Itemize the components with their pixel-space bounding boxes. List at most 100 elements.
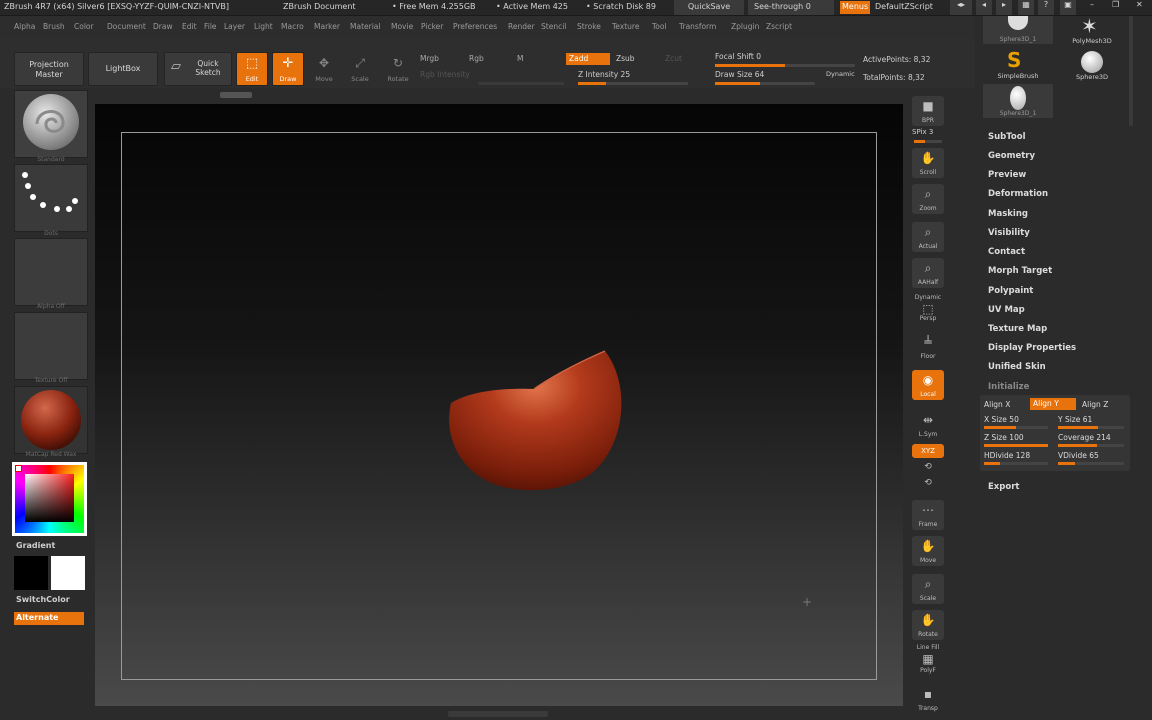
uv-map-menu[interactable]: UV Map bbox=[988, 305, 1025, 315]
deformation-menu[interactable]: Deformation bbox=[988, 189, 1048, 199]
color-square[interactable] bbox=[25, 474, 74, 522]
hdivide-track[interactable] bbox=[984, 462, 1048, 465]
document-frame[interactable]: + bbox=[121, 132, 877, 680]
menu-light[interactable]: Light bbox=[254, 22, 273, 31]
rgb-button[interactable]: Rgb bbox=[469, 54, 484, 63]
mrgb-button[interactable]: Mrgb bbox=[420, 54, 439, 63]
morph-target-menu[interactable]: Morph Target bbox=[988, 266, 1052, 276]
main-color-swatch[interactable] bbox=[15, 465, 22, 472]
transp-button[interactable]: ▪ Transp bbox=[912, 684, 944, 714]
projection-master-button[interactable]: Projection Master bbox=[14, 52, 84, 86]
menu-edit[interactable]: Edit bbox=[182, 22, 197, 31]
sculpt-object[interactable]: + bbox=[122, 133, 878, 681]
tool-thumb-simplebrush[interactable]: S SimpleBrush bbox=[983, 48, 1053, 82]
minimize-icon[interactable]: – bbox=[1090, 0, 1094, 9]
rotate-y-toggle[interactable]: ⟲ bbox=[912, 462, 944, 474]
move-view-button[interactable]: ✋ Move bbox=[912, 536, 944, 566]
menu-tool[interactable]: Tool bbox=[652, 22, 667, 31]
visibility-menu[interactable]: Visibility bbox=[988, 228, 1030, 238]
see-through-slider[interactable]: See-through 0 bbox=[748, 0, 834, 15]
geometry-menu[interactable]: Geometry bbox=[988, 151, 1035, 161]
help-icon[interactable]: ? bbox=[1038, 0, 1054, 15]
persp-button[interactable]: Dynamic ⬚ Persp bbox=[912, 294, 944, 324]
alpha-thumbnail[interactable] bbox=[14, 238, 88, 306]
polypaint-menu[interactable]: Polypaint bbox=[988, 286, 1033, 296]
bpr-button[interactable]: ■ BPR bbox=[912, 96, 944, 126]
tool-thumb-polymesh3d[interactable]: ✶ PolyMesh3D bbox=[1059, 14, 1125, 46]
menu-macro[interactable]: Macro bbox=[281, 22, 304, 31]
draw-size-slider[interactable] bbox=[715, 82, 815, 85]
z-size-track[interactable] bbox=[984, 444, 1048, 447]
z-size-slider[interactable]: Z Size 100 bbox=[984, 433, 1024, 442]
menu-movie[interactable]: Movie bbox=[391, 22, 413, 31]
menu-transform[interactable]: Transform bbox=[679, 22, 716, 31]
dynamic-toggle[interactable]: Dynamic bbox=[826, 70, 855, 78]
polyf-button[interactable]: Line Fill ▦ PolyF bbox=[912, 644, 944, 676]
scale-view-button[interactable]: ⌕ Scale bbox=[912, 574, 944, 604]
preview-menu[interactable]: Preview bbox=[988, 170, 1026, 180]
subtool-menu[interactable]: SubTool bbox=[988, 132, 1026, 142]
tool-thumb-sphere3d-1-active[interactable]: Sphere3D_1 bbox=[983, 84, 1053, 118]
rgb-intensity-slider[interactable]: Rgb Intensity bbox=[420, 70, 470, 79]
material-thumbnail[interactable] bbox=[14, 386, 88, 454]
canvas-top-handle[interactable] bbox=[220, 92, 252, 98]
frame-button[interactable]: ⋯ Frame bbox=[912, 500, 944, 530]
local-button[interactable]: ◉ Local bbox=[912, 370, 944, 400]
masking-menu[interactable]: Masking bbox=[988, 209, 1028, 219]
y-size-slider[interactable]: Y Size 61 bbox=[1058, 415, 1092, 424]
menus-toggle[interactable]: Menus bbox=[840, 1, 871, 14]
secondary-color-swatch[interactable] bbox=[14, 556, 48, 590]
focal-shift-slider[interactable] bbox=[715, 64, 855, 67]
edit-button[interactable]: ⬚ Edit bbox=[236, 52, 268, 86]
spix-slider[interactable] bbox=[914, 140, 942, 143]
y-size-track[interactable] bbox=[1058, 426, 1124, 429]
m-button[interactable]: M bbox=[517, 54, 523, 63]
menu-preferences[interactable]: Preferences bbox=[453, 22, 497, 31]
layout-icon[interactable]: ▦ bbox=[1018, 0, 1034, 15]
brush-thumbnail[interactable] bbox=[14, 90, 88, 158]
close-icon[interactable]: ✕ bbox=[1136, 0, 1143, 9]
menu-alpha[interactable]: Alpha bbox=[14, 22, 35, 31]
menu-render[interactable]: Render bbox=[508, 22, 535, 31]
panel-scrollbar[interactable] bbox=[1129, 16, 1133, 126]
menu-texture[interactable]: Texture bbox=[612, 22, 639, 31]
menu-material[interactable]: Material bbox=[350, 22, 380, 31]
vdivide-slider[interactable]: VDivide 65 bbox=[1058, 451, 1099, 460]
coverage-track[interactable] bbox=[1058, 444, 1124, 447]
menu-stencil[interactable]: Stencil bbox=[541, 22, 566, 31]
maximize-icon[interactable]: ❐ bbox=[1112, 0, 1119, 9]
canvas-area[interactable]: + bbox=[95, 104, 903, 706]
menu-picker[interactable]: Picker bbox=[421, 22, 443, 31]
rotate-view-button[interactable]: ✋ Rotate bbox=[912, 610, 944, 640]
alternate-button[interactable]: Alternate bbox=[14, 612, 84, 625]
move-button[interactable]: ✥ Move bbox=[308, 52, 340, 86]
nav-right-icon[interactable]: ▸ bbox=[996, 0, 1012, 15]
vdivide-track[interactable] bbox=[1058, 462, 1124, 465]
menu-draw[interactable]: Draw bbox=[153, 22, 173, 31]
scale-button[interactable]: ⤢ Scale bbox=[344, 52, 376, 86]
tool-thumb-sphere3d[interactable]: Sphere3D bbox=[1059, 48, 1125, 82]
xyz-button[interactable]: XYZ bbox=[912, 444, 944, 458]
zsub-button[interactable]: Zsub bbox=[616, 54, 635, 63]
tool-thumb-sphere3d-1[interactable]: Sphere3D_1 bbox=[983, 16, 1053, 44]
aahalf-button[interactable]: ⌕ AAHalf bbox=[912, 258, 944, 288]
quick-sketch-button[interactable]: ▱ Quick Sketch bbox=[164, 52, 232, 86]
rotate-z-toggle[interactable]: ⟲ bbox=[912, 478, 944, 490]
texture-map-menu[interactable]: Texture Map bbox=[988, 324, 1047, 334]
floor-button[interactable]: ╧ Floor bbox=[912, 332, 944, 362]
default-zscript-button[interactable]: DefaultZScript bbox=[875, 2, 933, 11]
menu-stroke[interactable]: Stroke bbox=[577, 22, 601, 31]
coverage-slider[interactable]: Coverage 214 bbox=[1058, 433, 1111, 442]
menu-layer[interactable]: Layer bbox=[224, 22, 245, 31]
lsym-button[interactable]: ⇹ L.Sym bbox=[912, 410, 944, 440]
export-menu[interactable]: Export bbox=[988, 482, 1019, 492]
gradient-button[interactable]: Gradient bbox=[16, 541, 55, 550]
color-picker[interactable] bbox=[12, 462, 87, 536]
zcut-button[interactable]: Zcut bbox=[665, 54, 682, 63]
menu-color[interactable]: Color bbox=[74, 22, 94, 31]
z-intensity-slider[interactable] bbox=[578, 82, 688, 85]
texture-thumbnail[interactable] bbox=[14, 312, 88, 380]
hdivide-slider[interactable]: HDivide 128 bbox=[984, 451, 1030, 460]
menu-document[interactable]: Document bbox=[107, 22, 146, 31]
unified-skin-menu[interactable]: Unified Skin bbox=[988, 362, 1046, 372]
